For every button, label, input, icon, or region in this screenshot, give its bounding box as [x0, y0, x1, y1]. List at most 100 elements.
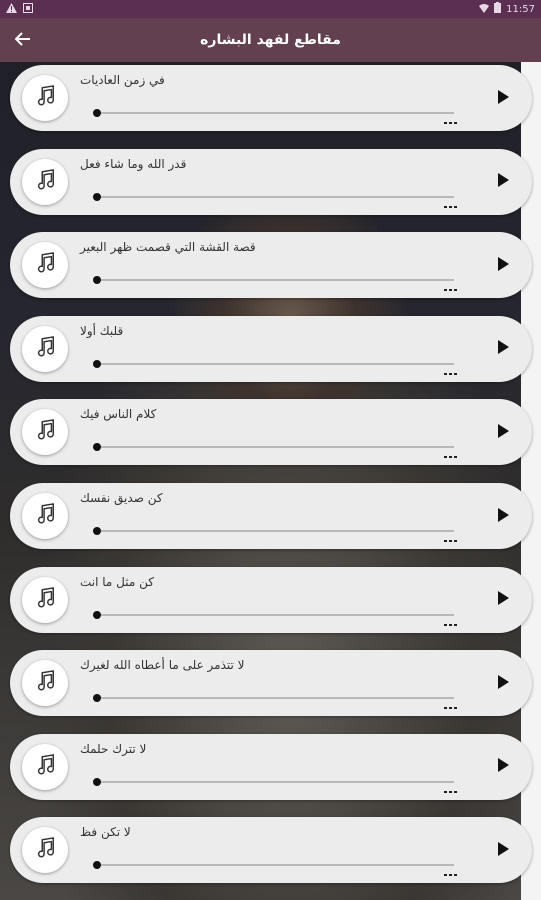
- status-bar: 11:57: [0, 0, 541, 18]
- more-options-icon[interactable]: [444, 371, 460, 377]
- track-thumbnail-button[interactable]: [22, 576, 68, 623]
- track-title: قصة القشة التي قصمت ظهر البعير: [80, 240, 256, 255]
- arrow-back-icon: [14, 31, 31, 50]
- track-card: لا تترك حلمك: [10, 733, 532, 800]
- page-title: مقاطع لفهد البشاره: [200, 32, 341, 48]
- track-thumbnail-button[interactable]: [22, 242, 68, 289]
- more-options-icon[interactable]: [444, 538, 460, 544]
- play-button[interactable]: [494, 841, 512, 859]
- progress-slider[interactable]: [93, 861, 454, 870]
- track-title: لا تتذمر على ما أعطاه الله لغيرك: [80, 658, 245, 673]
- track-card: في زمن العاديات: [10, 65, 532, 131]
- track-card: لا تتذمر على ما أعطاه الله لغيرك: [10, 650, 532, 717]
- play-button[interactable]: [494, 591, 512, 609]
- progress-slider[interactable]: [93, 192, 454, 201]
- play-icon: [497, 590, 509, 609]
- warning-icon: [6, 2, 17, 16]
- play-button[interactable]: [494, 758, 512, 776]
- app-toolbar: مقاطع لفهد البشاره: [0, 18, 541, 62]
- more-options-icon[interactable]: [444, 872, 460, 878]
- more-options-icon[interactable]: [444, 789, 460, 795]
- track-title: كن صديق نفسك: [80, 491, 163, 505]
- more-options-icon[interactable]: [444, 622, 460, 628]
- play-button[interactable]: [494, 674, 512, 692]
- status-left-icons: [6, 2, 33, 16]
- track-title: قدر الله وما شاء فعل: [80, 156, 187, 171]
- track-thumbnail-button[interactable]: [22, 743, 68, 790]
- track-title: قلبك أولا: [80, 323, 124, 338]
- play-icon: [497, 423, 509, 442]
- track-card: قلبك أولا: [10, 315, 532, 382]
- progress-thumb[interactable]: [93, 192, 101, 201]
- music-note-icon: [34, 586, 56, 613]
- progress-slider[interactable]: [93, 777, 454, 786]
- music-note-icon: [34, 753, 56, 780]
- progress-slider[interactable]: [93, 109, 454, 117]
- more-options-icon[interactable]: [444, 454, 460, 460]
- music-note-icon: [34, 168, 56, 195]
- track-thumbnail-button[interactable]: [22, 409, 68, 456]
- track-title: لا تترك حلمك: [80, 741, 147, 756]
- progress-thumb[interactable]: [93, 527, 101, 535]
- progress-thumb[interactable]: [93, 443, 101, 452]
- track-card: قدر الله وما شاء فعل: [10, 148, 532, 215]
- more-options-icon[interactable]: [444, 120, 460, 126]
- music-note-icon: [34, 837, 56, 863]
- progress-slider[interactable]: [93, 694, 454, 703]
- back-button[interactable]: [12, 29, 34, 51]
- play-icon: [497, 89, 509, 108]
- track-card: كن مثل ما انت: [10, 566, 532, 633]
- track-card: لا تكن فظ: [10, 817, 532, 884]
- track-title: لا تكن فظ: [80, 825, 131, 840]
- track-title: في زمن العاديات: [80, 73, 165, 87]
- progress-thumb[interactable]: [93, 276, 101, 285]
- track-thumbnail-button[interactable]: [22, 660, 68, 707]
- more-options-icon[interactable]: [444, 204, 460, 210]
- progress-thumb[interactable]: [93, 861, 101, 870]
- track-title: كلام الناس فيك: [80, 407, 157, 422]
- track-thumbnail-button[interactable]: [22, 325, 68, 372]
- track-card: كن صديق نفسك: [10, 483, 532, 549]
- play-button[interactable]: [494, 507, 512, 525]
- music-note-icon: [34, 335, 56, 362]
- progress-thumb[interactable]: [93, 359, 101, 368]
- progress-thumb[interactable]: [93, 109, 101, 117]
- more-options-icon[interactable]: [444, 287, 460, 293]
- progress-slider[interactable]: [93, 276, 454, 285]
- progress-slider[interactable]: [93, 610, 454, 619]
- play-button[interactable]: [494, 89, 512, 107]
- play-button[interactable]: [494, 423, 512, 441]
- progress-thumb[interactable]: [93, 610, 101, 619]
- track-thumbnail-button[interactable]: [22, 158, 68, 205]
- music-note-icon: [34, 670, 56, 696]
- music-note-icon: [34, 503, 56, 529]
- track-thumbnail-button[interactable]: [22, 493, 68, 539]
- play-icon: [497, 507, 509, 526]
- more-options-icon[interactable]: [444, 705, 460, 711]
- music-note-icon: [34, 252, 56, 278]
- notification-icon: [23, 2, 33, 16]
- track-list: في زمن العاديات قدر الله وما شاء فعل قصة ا…: [0, 62, 541, 900]
- track-card: كلام الناس فيك: [10, 399, 532, 466]
- status-time: 11:57: [506, 3, 535, 15]
- track-thumbnail-button[interactable]: [22, 75, 68, 121]
- music-note-icon: [34, 85, 56, 111]
- play-icon: [497, 674, 509, 693]
- progress-thumb[interactable]: [93, 777, 101, 786]
- progress-thumb[interactable]: [93, 694, 101, 703]
- play-button[interactable]: [494, 256, 512, 274]
- music-note-icon: [34, 419, 56, 445]
- track-thumbnail-button[interactable]: [22, 827, 68, 874]
- play-icon: [497, 256, 509, 275]
- play-icon: [497, 841, 509, 860]
- play-icon: [497, 172, 509, 191]
- play-button[interactable]: [494, 173, 512, 191]
- progress-slider[interactable]: [93, 527, 454, 535]
- play-icon: [497, 339, 509, 358]
- status-right-icons: 11:57: [479, 2, 535, 16]
- play-icon: [497, 757, 509, 776]
- battery-icon: [494, 2, 502, 16]
- progress-slider[interactable]: [93, 443, 454, 452]
- progress-slider[interactable]: [93, 359, 454, 368]
- play-button[interactable]: [494, 340, 512, 358]
